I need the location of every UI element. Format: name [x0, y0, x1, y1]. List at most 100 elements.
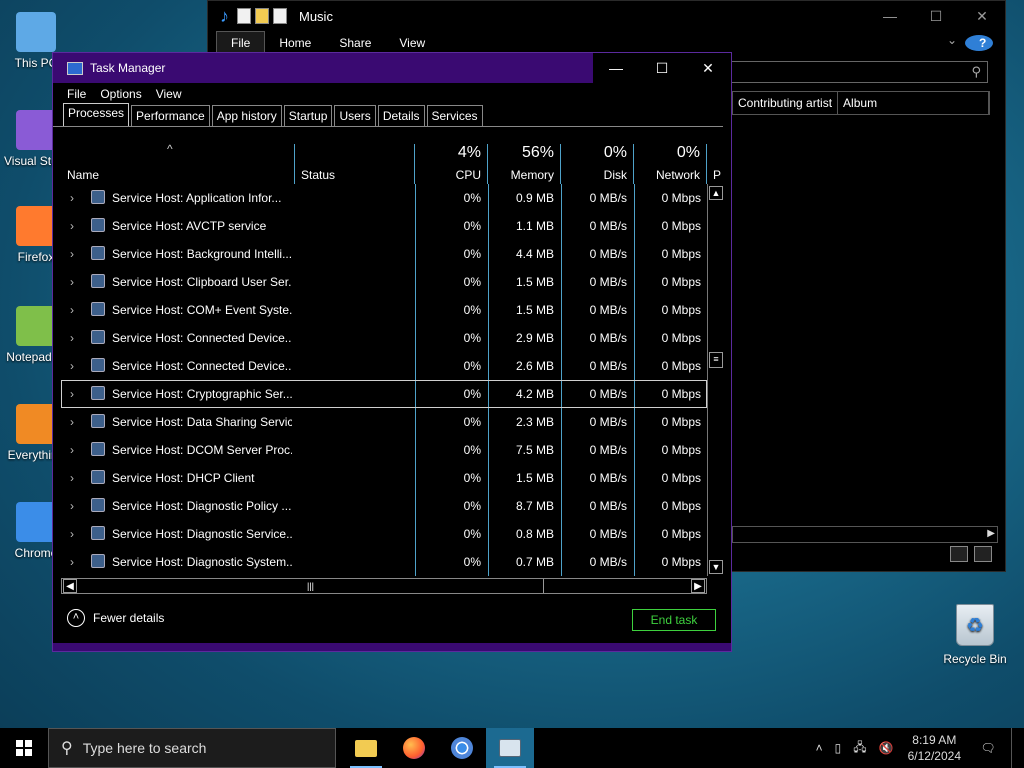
- system-tray: ˄ ▯ 🖧 🔇 8:19 AM 6/12/2024 🗨: [810, 728, 1024, 768]
- tablet-icon[interactable]: ▯: [829, 741, 848, 755]
- scroll-down-icon[interactable]: ▼: [709, 560, 723, 574]
- help-icon[interactable]: ?: [965, 35, 993, 51]
- service-host-icon: [91, 302, 105, 316]
- process-name: Service Host: Clipboard User Ser...: [112, 275, 292, 289]
- task-manager-taskbar-button[interactable]: [486, 728, 534, 768]
- table-row[interactable]: › Service Host: Data Sharing Service 0% 2.3…: [61, 408, 707, 436]
- new-folder-icon[interactable]: [255, 8, 269, 24]
- action-center-icon[interactable]: 🗨: [969, 741, 1007, 755]
- tab-details[interactable]: Details: [377, 105, 425, 126]
- expand-chevron-icon[interactable]: ›: [70, 387, 74, 401]
- expand-chevron-icon[interactable]: ›: [70, 527, 74, 541]
- header-power[interactable]: P: [707, 144, 723, 184]
- fewer-details-toggle[interactable]: ˄ Fewer details: [67, 609, 164, 627]
- expand-chevron-icon[interactable]: ›: [70, 471, 74, 485]
- table-row[interactable]: › Service Host: DCOM Server Proc... 0% 7.5 …: [61, 436, 707, 464]
- tab-app-history[interactable]: App history: [211, 105, 282, 126]
- header-cpu[interactable]: 4% CPU: [415, 144, 488, 184]
- expand-chevron-icon[interactable]: ›: [70, 555, 74, 569]
- expand-chevron-icon[interactable]: ›: [70, 499, 74, 513]
- music-horizontal-scrollbar[interactable]: ▶: [732, 526, 998, 543]
- menu-file[interactable]: File: [67, 87, 86, 101]
- table-row[interactable]: › Service Host: DHCP Client 0% 1.5 MB 0 MB/s…: [61, 464, 707, 492]
- expand-chevron-icon[interactable]: ›: [70, 331, 74, 345]
- header-disk[interactable]: 0% Disk: [561, 144, 634, 184]
- tab-performance[interactable]: Performance: [131, 105, 210, 126]
- scroll-right-icon[interactable]: ▶: [987, 528, 995, 539]
- task-manager-icon: [499, 739, 521, 757]
- expand-chevron-icon[interactable]: ›: [70, 443, 74, 457]
- scroll-right-icon[interactable]: ▶: [691, 579, 705, 593]
- table-row[interactable]: › Service Host: COM+ Event Syste... 0% 1.5 …: [61, 296, 707, 324]
- music-close-button[interactable]: ✕: [959, 1, 1005, 31]
- details-view-icon[interactable]: [950, 546, 968, 562]
- file-explorer-taskbar-button[interactable]: [342, 728, 390, 768]
- firefox-taskbar-button[interactable]: [390, 728, 438, 768]
- expand-chevron-icon[interactable]: ›: [70, 191, 74, 205]
- service-host-icon: [91, 386, 105, 400]
- menu-options[interactable]: Options: [100, 87, 141, 101]
- scroll-left-icon[interactable]: ◀: [63, 579, 77, 593]
- expand-chevron-icon[interactable]: ›: [70, 359, 74, 373]
- table-row[interactable]: › Service Host: Clipboard User Ser... 0% 1.…: [61, 268, 707, 296]
- music-titlebar[interactable]: ♪ Music — ☐ ✕: [208, 1, 1005, 31]
- music-minimize-button[interactable]: —: [867, 1, 913, 31]
- column-album[interactable]: Album: [838, 92, 989, 114]
- table-row[interactable]: › Service Host: AVCTP service 0% 1.1 MB 0 MB…: [61, 212, 707, 240]
- tab-startup[interactable]: Startup: [283, 105, 333, 126]
- firefox-icon: [16, 206, 56, 246]
- clock[interactable]: 8:19 AM 6/12/2024: [900, 732, 969, 764]
- horizontal-scrollbar[interactable]: ◀ ||| ▶: [61, 578, 707, 594]
- expand-chevron-icon[interactable]: ›: [70, 219, 74, 233]
- header-name[interactable]: ^ Name: [61, 142, 295, 184]
- vertical-scroll-thumb[interactable]: ≡: [709, 352, 723, 368]
- music-search-input[interactable]: ⚲: [730, 61, 988, 83]
- header-status[interactable]: Status: [295, 144, 415, 184]
- expand-chevron-icon[interactable]: ›: [70, 415, 74, 429]
- process-name: Service Host: Connected Device...: [112, 359, 292, 373]
- tab-processes[interactable]: Processes: [63, 103, 130, 126]
- process-network: 0 Mbps: [661, 331, 701, 345]
- table-row[interactable]: › Service Host: Diagnostic Service... 0% 0.…: [61, 520, 707, 548]
- table-row[interactable]: › Service Host: Connected Device... 0% 2.6 …: [61, 352, 707, 380]
- volume-muted-icon[interactable]: 🔇: [873, 741, 900, 755]
- properties-icon[interactable]: [237, 8, 251, 24]
- scroll-up-icon[interactable]: ▲: [709, 186, 723, 200]
- expand-chevron-icon[interactable]: ›: [70, 303, 74, 317]
- table-row[interactable]: › Service Host: Background Intelli... 0% 4.…: [61, 240, 707, 268]
- table-row[interactable]: › Service Host: Diagnostic System... 0% 0.7…: [61, 548, 707, 576]
- customize-toolbar-icon[interactable]: [273, 8, 287, 24]
- taskbar-search-box[interactable]: ⚲ Type here to search: [48, 728, 336, 768]
- process-network: 0 Mbps: [661, 471, 701, 485]
- process-memory: 2.6 MB: [515, 359, 554, 373]
- vertical-scrollbar[interactable]: ▲ ≡ ▼: [707, 184, 723, 576]
- music-maximize-button[interactable]: ☐: [913, 1, 959, 31]
- chrome-taskbar-button[interactable]: [438, 728, 486, 768]
- process-name: Service Host: Application Infor...: [112, 191, 282, 205]
- header-network[interactable]: 0% Network: [634, 144, 707, 184]
- tm-maximize-button[interactable]: ☐: [639, 53, 685, 83]
- menu-view[interactable]: View: [156, 87, 182, 101]
- task-manager-titlebar[interactable]: Task Manager — ☐ ✕: [53, 53, 731, 83]
- start-button[interactable]: [0, 728, 48, 768]
- column-contributing-artist[interactable]: Contributing artist: [733, 92, 839, 114]
- large-icons-view-icon[interactable]: [974, 546, 992, 562]
- tm-close-button[interactable]: ✕: [685, 53, 731, 83]
- expand-chevron-icon[interactable]: ›: [70, 247, 74, 261]
- tab-users[interactable]: Users: [334, 105, 376, 126]
- expand-chevron-icon[interactable]: ›: [70, 275, 74, 289]
- show-desktop-button[interactable]: [1011, 728, 1024, 768]
- task-manager-window[interactable]: Task Manager — ☐ ✕ File Options View Pro…: [52, 52, 732, 652]
- network-icon[interactable]: 🖧: [847, 738, 872, 759]
- show-hidden-icons-icon[interactable]: ˄: [810, 741, 829, 755]
- table-row[interactable]: › Service Host: Connected Device... 0% 2.9 …: [61, 324, 707, 352]
- table-row[interactable]: › Service Host: Cryptographic Ser... 0% 4.2…: [61, 380, 707, 408]
- tab-services[interactable]: Services: [426, 105, 483, 126]
- table-row[interactable]: › Service Host: Diagnostic Policy ... 0% 8.…: [61, 492, 707, 520]
- table-row[interactable]: › Service Host: Application Infor... 0% 0.9…: [61, 184, 707, 212]
- header-memory[interactable]: 56% Memory: [488, 144, 561, 184]
- recycle-bin-icon[interactable]: Recycle Bin: [940, 604, 1010, 666]
- tm-minimize-button[interactable]: —: [593, 53, 639, 83]
- end-task-button[interactable]: End task: [632, 609, 716, 631]
- horizontal-scroll-thumb[interactable]: |||: [78, 579, 544, 593]
